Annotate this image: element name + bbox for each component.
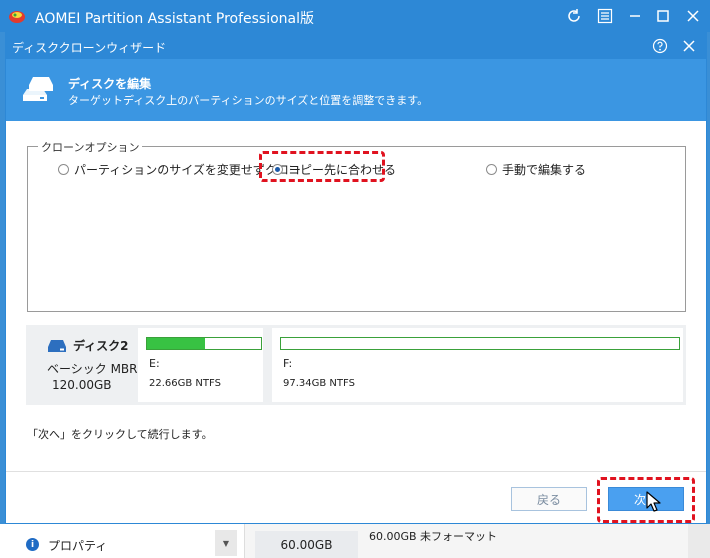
background-disk-description: 60.00GB 未フォーマット [369, 530, 498, 543]
main-scrollbar[interactable] [688, 524, 710, 558]
mouse-cursor-icon [646, 491, 661, 512]
wizard-banner: ディスクを編集 ターゲットディスク上のパーティションのサイズと位置を調整できます… [6, 59, 706, 121]
maximize-button[interactable] [651, 5, 675, 27]
hint-text: 「次へ」をクリックして続行します。 [27, 428, 213, 441]
radio-button[interactable] [58, 163, 69, 175]
disk-size: 120.00GB [52, 378, 112, 392]
panel-scroll-down-icon[interactable]: ▼ [215, 530, 237, 556]
footer-divider [6, 471, 706, 472]
dialog-title: ディスククローンウィザード [12, 41, 167, 55]
radio-button[interactable] [486, 163, 497, 175]
dialog-titlebar: ディスククローンウィザード [6, 33, 706, 59]
option-manual-edit[interactable]: 手動で編集する [486, 160, 586, 178]
option-label: 手動で編集する [502, 162, 587, 177]
back-button[interactable]: 戻る [511, 487, 587, 511]
minimize-button[interactable] [623, 5, 647, 27]
banner-title: ディスクを編集 [68, 77, 152, 91]
highlight-annotation [259, 151, 385, 182]
disk-icon [48, 340, 66, 352]
partition-letter: F: [283, 357, 293, 370]
partition-detail: 97.34GB NTFS [283, 378, 355, 389]
clone-options-label: クローンオプション [38, 139, 143, 155]
partition-letter: E: [149, 357, 160, 370]
app-menu-icon[interactable] [593, 5, 617, 27]
disk-edit-icon [23, 77, 53, 101]
disk-layout-panel: ディスク2 ベーシック MBR 120.00GB E: 22.66GB NTFS… [26, 325, 686, 405]
disk-clone-wizard-dialog: ディスククローンウィザード ディスクを編集 ターゲットディスク上のパーティション… [5, 32, 707, 524]
app-titlebar: AOMEI Partition Assistant Professional版 [0, 0, 710, 32]
app-close-button[interactable] [681, 5, 705, 27]
app-logo-icon [9, 11, 25, 23]
refresh-icon[interactable] [562, 5, 586, 27]
banner-subtitle: ターゲットディスク上のパーティションのサイズと位置を調整できます。 [68, 94, 429, 107]
disk-name: ディスク2 [73, 339, 129, 353]
partition-usage-fill [147, 338, 206, 349]
info-icon: i [26, 538, 39, 551]
partition-detail: 22.66GB NTFS [149, 378, 221, 389]
dialog-close-button[interactable] [677, 35, 701, 57]
properties-label: プロパティ [48, 539, 108, 553]
background-disk-size: 60.00GB [255, 531, 358, 558]
disk-info: ディスク2 ベーシック MBR 120.00GB [26, 325, 138, 405]
disk-type: ベーシック MBR [47, 362, 138, 376]
app-title: AOMEI Partition Assistant Professional版 [35, 11, 315, 27]
partition-usage-bar [146, 337, 262, 350]
partition-e[interactable]: E: 22.66GB NTFS [138, 328, 263, 402]
help-icon[interactable] [648, 35, 672, 57]
partition-usage-bar [280, 337, 680, 350]
partition-f[interactable]: F: 97.34GB NTFS [272, 328, 683, 402]
properties-panel-item[interactable]: i プロパティ [0, 524, 245, 558]
